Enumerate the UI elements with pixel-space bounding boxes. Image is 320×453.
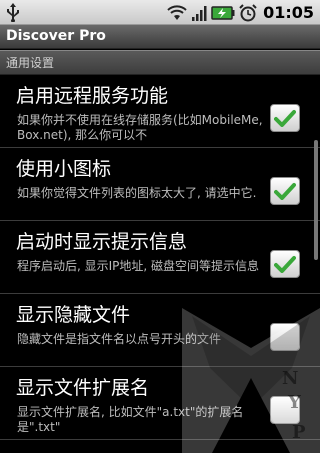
wifi-icon bbox=[167, 4, 187, 21]
pref-item-startup-tips[interactable]: 启动时显示提示信息 程序启动后, 显示IP地址, 磁盘空间等提示信息 bbox=[0, 221, 320, 294]
status-bar: 01:05 bbox=[0, 0, 320, 25]
pref-summary: 程序启动后, 显示IP地址, 磁盘空间等提示信息 bbox=[17, 259, 260, 273]
pref-item-small-icons[interactable]: 使用小图标 如果你觉得文件列表的图标太大了, 请选中它. bbox=[0, 148, 320, 221]
pref-summary: 显示文件扩展名, 比如文件"a.txt"的扩展名是".txt" bbox=[17, 405, 244, 434]
pref-item-remote-service[interactable]: 启用远程服务功能 如果你并不使用在线存储服务(比如MobileMe, Box.n… bbox=[0, 75, 320, 148]
pref-summary: 如果你并不使用在线存储服务(比如MobileMe, Box.net), 那么你可… bbox=[17, 113, 263, 142]
checkbox[interactable] bbox=[270, 177, 300, 205]
pref-title: 显示文件扩展名 bbox=[16, 377, 150, 399]
pref-summary: 如果你觉得文件列表的图标太大了, 请选中它. bbox=[17, 186, 257, 200]
checkmark-icon bbox=[274, 183, 296, 200]
clock: 01:05 bbox=[263, 3, 314, 22]
checkbox[interactable] bbox=[270, 323, 300, 351]
pref-item-file-extensions[interactable]: 显示文件扩展名 显示文件扩展名, 比如文件"a.txt"的扩展名是".txt" bbox=[0, 367, 320, 440]
section-header: 通用设置 bbox=[0, 50, 320, 75]
checkbox[interactable] bbox=[270, 250, 300, 278]
alarm-icon bbox=[239, 3, 257, 22]
pref-title: 使用小图标 bbox=[16, 158, 112, 180]
app-title: Discover Pro bbox=[6, 28, 106, 44]
pref-title: 启用远程服务功能 bbox=[16, 85, 169, 107]
section-label: 通用设置 bbox=[6, 56, 55, 70]
scrollbar[interactable] bbox=[314, 140, 318, 260]
signal-icon bbox=[191, 5, 207, 21]
app-title-bar: Discover Pro bbox=[0, 25, 320, 49]
checkmark-icon bbox=[274, 110, 296, 127]
preferences-list[interactable]: 通用设置 启用远程服务功能 如果你并不使用在线存储服务(比如MobileMe, … bbox=[0, 50, 320, 453]
usb-icon bbox=[7, 3, 19, 22]
pref-title: 启动时显示提示信息 bbox=[16, 231, 188, 253]
pref-title: 显示隐藏文件 bbox=[16, 304, 131, 326]
pref-item-hidden-files[interactable]: 显示隐藏文件 隐藏文件是指文件名以点号开头的文件 bbox=[0, 294, 320, 367]
checkbox[interactable] bbox=[270, 396, 300, 424]
checkmark-icon bbox=[274, 256, 296, 273]
checkbox[interactable] bbox=[270, 104, 300, 132]
battery-charging-icon bbox=[211, 5, 235, 20]
pref-summary: 隐藏文件是指文件名以点号开头的文件 bbox=[17, 332, 222, 346]
